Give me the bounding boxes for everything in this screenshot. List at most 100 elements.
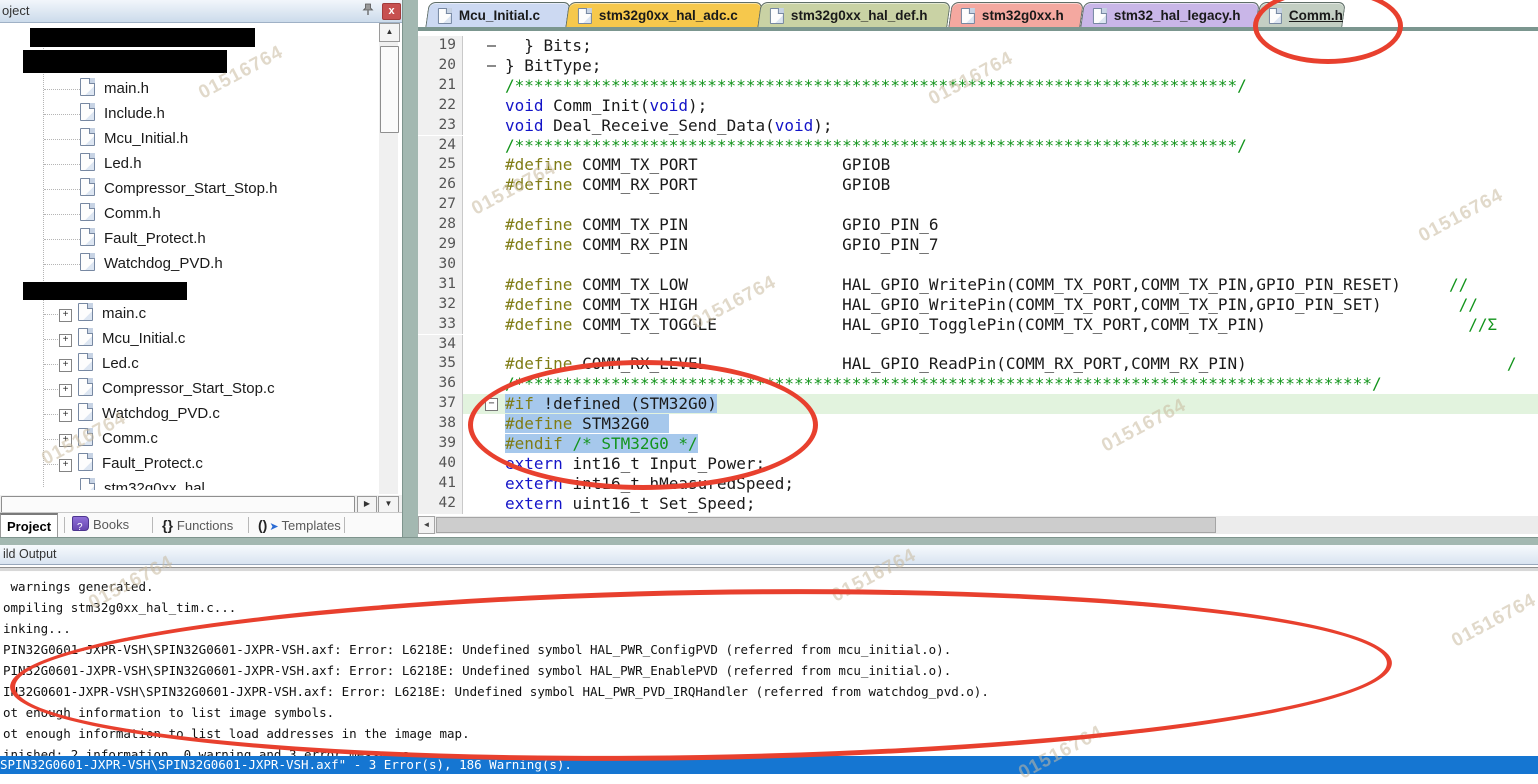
- tree-item-mcu-initial-c[interactable]: +Mcu_Initial.c: [59, 328, 185, 350]
- build-output-log[interactable]: warnings generated.ompiling stm32g0xx_ha…: [0, 572, 1538, 779]
- code-text: extern int16_t hMeasuredSpeed;: [505, 474, 794, 494]
- line-number: 23: [418, 116, 463, 136]
- tree-item-label: Led.c: [102, 355, 139, 372]
- editor-area: Mcu_Initial.cstm32g0xx_hal_adc.cstm32g0x…: [418, 0, 1538, 537]
- code-line-25[interactable]: 25#define COMM_TX_PORT GPIOB: [418, 155, 1538, 175]
- code-line-36[interactable]: 36/*************************************…: [418, 374, 1538, 394]
- tree-item-label: Comm.h: [104, 205, 161, 222]
- code-line-19[interactable]: 19 } Bits;: [418, 36, 1538, 56]
- tree-scroll-right-icon[interactable]: ▶: [357, 496, 377, 513]
- tree-item-label: main.h: [104, 80, 149, 97]
- panel-tab-label: Functions: [177, 518, 233, 533]
- tree-hscroll-thumb[interactable]: [1, 496, 355, 513]
- redacted-item: [23, 50, 227, 73]
- code-line-24[interactable]: 24/*************************************…: [418, 136, 1538, 156]
- code-text: #define COMM_TX_PORT GPIOB: [505, 155, 890, 175]
- tree-item-watchdog-pvd-h[interactable]: Watchdog_PVD.h: [80, 253, 223, 275]
- tree-item-fault-protect-h[interactable]: Fault_Protect.h: [80, 228, 206, 250]
- tree-item-main-h[interactable]: main.h: [80, 78, 149, 100]
- code-line-22[interactable]: 22void Comm_Init(void);: [418, 96, 1538, 116]
- tree-item-include-h[interactable]: Include.h: [80, 103, 165, 125]
- tree-item-mcu-initial-h[interactable]: Mcu_Initial.h: [80, 128, 188, 150]
- panel-tab-label: Books: [93, 517, 129, 532]
- tree-item-led-c[interactable]: + Led.c: [59, 353, 139, 375]
- code-line-26[interactable]: 26#define COMM_RX_PORT GPIOB: [418, 175, 1538, 195]
- file-icon: [80, 78, 95, 96]
- editor-tab-stm32g0xx-hal-def-h[interactable]: stm32g0xx_hal_def.h: [757, 2, 951, 28]
- tree-item-compressor-start-stop-h[interactable]: Compressor_Start_Stop.h: [80, 178, 277, 200]
- code-text: } BitType;: [505, 56, 601, 76]
- line-number: 30: [418, 255, 463, 275]
- tree-item-watchdog-pvd-c[interactable]: +Watchdog_PVD.c: [59, 403, 220, 425]
- editor-tab-stm32-hal-legacy-h[interactable]: stm32_hal_legacy.h: [1080, 2, 1260, 28]
- code-text: #define STM32G0: [505, 414, 669, 434]
- tree-item-comm-c[interactable]: +Comm.c: [59, 428, 158, 450]
- line-number: 24: [418, 136, 463, 156]
- fold-margin: [464, 374, 500, 394]
- build-status-line[interactable]: SPIN32G0601-JXPR-VSH\SPIN32G0601-JXPR-VS…: [0, 756, 1538, 774]
- tree-item-main-c[interactable]: +main.c: [59, 303, 146, 325]
- code-line-30[interactable]: 30: [418, 255, 1538, 275]
- code-line-40[interactable]: 40extern int16_t Input_Power;: [418, 454, 1538, 474]
- code-line-38[interactable]: 38 #define STM32G0: [418, 414, 1538, 434]
- code-line-34[interactable]: 34: [418, 335, 1538, 355]
- code-line-31[interactable]: 31#define COMM_TX_LOW HAL_GPIO_WritePin(…: [418, 275, 1538, 295]
- code-view[interactable]: 19 } Bits;20} BitType;21/***************…: [418, 31, 1538, 516]
- tree-item-fault-protect-c[interactable]: +Fault_Protect.c: [59, 453, 203, 475]
- braces-icon: {}: [162, 517, 173, 533]
- tree-item-compressor-start-stop-c[interactable]: +Compressor_Start_Stop.c: [59, 378, 275, 400]
- close-icon[interactable]: x: [382, 3, 401, 20]
- code-line-23[interactable]: 23void Deal_Receive_Send_Data(void);: [418, 116, 1538, 136]
- expand-icon[interactable]: +: [59, 459, 72, 472]
- panel-tab-books[interactable]: Books: [72, 513, 129, 537]
- code-line-29[interactable]: 29#define COMM_RX_PIN GPIO_PIN_7: [418, 235, 1538, 255]
- code-line-32[interactable]: 32#define COMM_TX_HIGH HAL_GPIO_WritePin…: [418, 295, 1538, 315]
- expand-icon[interactable]: +: [59, 359, 72, 372]
- fold-margin: −: [464, 394, 500, 414]
- code-line-37[interactable]: 37−#if !defined (STM32G0): [418, 394, 1538, 414]
- expand-icon[interactable]: +: [59, 384, 72, 397]
- expand-icon[interactable]: +: [59, 334, 72, 347]
- code-line-42[interactable]: 42extern uint16_t Set_Speed;: [418, 494, 1538, 514]
- panel-tab-project[interactable]: Project: [0, 513, 58, 540]
- code-line-41[interactable]: 41extern int16_t hMeasuredSpeed;: [418, 474, 1538, 494]
- tree-item-comm-h[interactable]: Comm.h: [80, 203, 161, 225]
- panel-tab-functions[interactable]: {} Functions: [162, 513, 233, 537]
- editor-tab-stm32g0xx-hal-adc-c[interactable]: stm32g0xx_hal_adc.c: [565, 2, 763, 28]
- expand-icon[interactable]: +: [59, 409, 72, 422]
- editor-hscrollbar[interactable]: ◄: [418, 516, 1538, 534]
- editor-scroll-left-icon[interactable]: ◄: [418, 516, 435, 534]
- tree-item-led-h[interactable]: Led.h: [80, 153, 142, 175]
- fold-margin: [464, 195, 500, 215]
- expand-icon[interactable]: +: [59, 434, 72, 447]
- editor-tab-comm-h[interactable]: Comm.h: [1256, 2, 1346, 28]
- pin-icon[interactable]: [360, 3, 376, 18]
- code-line-35[interactable]: 35#define COMM_RX_LEVEL HAL_GPIO_ReadPin…: [418, 354, 1538, 374]
- tree-vscroll-thumb[interactable]: [380, 46, 399, 133]
- expand-icon[interactable]: +: [59, 309, 72, 322]
- code-line-27[interactable]: 27: [418, 195, 1538, 215]
- build-output-line: warnings generated.: [3, 576, 154, 597]
- file-icon: [78, 378, 93, 396]
- code-line-39[interactable]: 39#endif /* STM32G0 */: [418, 434, 1538, 454]
- editor-tab-mcu-initial-c[interactable]: Mcu_Initial.c: [425, 2, 571, 28]
- panel-tab-templates[interactable]: ()➤Templates: [258, 513, 341, 537]
- file-icon: [80, 203, 95, 221]
- tree-scroll-up-icon[interactable]: ▲: [379, 23, 400, 42]
- editor-tab-stm32g0xx-h[interactable]: stm32g0xx.h: [948, 2, 1084, 28]
- line-number: 37: [418, 394, 463, 414]
- tree-item-partial[interactable]: stm32g0xx_hal_...: [80, 478, 226, 490]
- code-line-28[interactable]: 28#define COMM_TX_PIN GPIO_PIN_6: [418, 215, 1538, 235]
- build-output-line: IN32G0601-JXPR-VSH\SPIN32G0601-JXPR-VSH.…: [3, 681, 989, 702]
- file-icon: [78, 403, 93, 421]
- editor-hscroll-thumb[interactable]: [436, 517, 1216, 533]
- code-line-33[interactable]: 33#define COMM_TX_TOGGLE HAL_GPIO_Toggle…: [418, 315, 1538, 335]
- editor-tab-label: Comm.h: [1289, 8, 1343, 23]
- code-line-21[interactable]: 21/*************************************…: [418, 76, 1538, 96]
- line-number: 38: [418, 414, 463, 434]
- code-text: #define COMM_TX_HIGH HAL_GPIO_WritePin(C…: [505, 295, 1478, 315]
- tree-scroll-down-icon[interactable]: ▼: [378, 496, 399, 513]
- fold-collapse-icon[interactable]: −: [485, 398, 498, 411]
- redacted-item: [23, 282, 187, 300]
- code-line-20[interactable]: 20} BitType;: [418, 56, 1538, 76]
